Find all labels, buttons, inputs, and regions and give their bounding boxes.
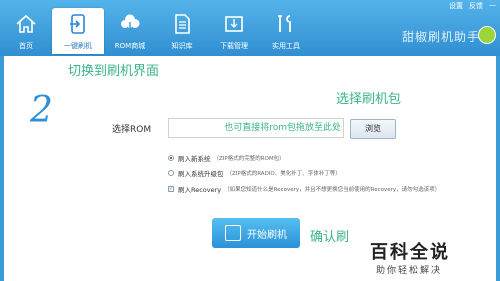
radio-upgrade-package[interactable] <box>168 170 174 176</box>
title-bar: 设置 反馈 — 首页 一键刷机 ROM商城 知识库 下载管理 实用工具 甜椒刷机… <box>0 0 500 56</box>
nav-flash[interactable]: 一键刷机 <box>52 8 104 54</box>
option-upgrade-package-label: 刷入系统升级包 <box>178 170 224 178</box>
nav-tools[interactable]: 实用工具 <box>260 8 312 54</box>
option-recovery-desc: （如果您知道什么是Recovery，并且不想更换您当前使用的Recovery，请… <box>224 187 441 193</box>
option-recovery-label: 刷入Recovery <box>178 186 222 194</box>
home-icon <box>16 14 36 33</box>
nav-flash-label: 一键刷机 <box>64 42 92 50</box>
brand-name: 甜椒刷机助手 <box>401 30 480 44</box>
rom-path-input[interactable]: 也可直接将rom包拖放至此处 <box>168 118 344 138</box>
radio-new-system[interactable] <box>168 155 174 161</box>
option-new-system-label: 刷入新系统 <box>178 155 211 163</box>
flash-start-icon <box>225 225 241 241</box>
rom-label: 选择ROM <box>112 125 152 135</box>
document-icon <box>175 14 190 34</box>
flash-panel: 切换到刷机界面 2 选择刷机包 选择ROM 也可直接将rom包拖放至此处 浏览 … <box>4 56 496 281</box>
settings-link[interactable]: 设置 <box>449 1 463 11</box>
option-recovery[interactable]: 刷入Recovery （如果您知道什么是Recovery，并且不想更换您当前使用… <box>168 184 440 194</box>
step-number: 2 <box>30 90 53 131</box>
start-flash-label: 开始刷机 <box>247 229 287 241</box>
window-controls: 设置 反馈 — <box>449 0 500 11</box>
nav-rom-store[interactable]: ROM商城 <box>104 8 156 54</box>
annotation-switch-view: 切换到刷机界面 <box>68 64 160 79</box>
annotation-choose-package: 选择刷机包 <box>336 92 402 107</box>
start-flash-button[interactable]: 开始刷机 <box>212 218 300 248</box>
browse-button[interactable]: 浏览 <box>350 119 396 139</box>
watermark: 百科全说 助你轻松解决 <box>350 236 496 281</box>
option-upgrade-package[interactable]: 刷入系统升级包 （ZIP格式的RADIO、美化补丁、字体补丁等） <box>168 168 341 178</box>
minimize-button[interactable]: — <box>489 1 496 11</box>
nav-downloads-label: 下载管理 <box>220 42 248 50</box>
nav-home-label: 首页 <box>19 42 33 50</box>
flash-phone-icon <box>70 14 85 34</box>
download-manager-icon <box>225 16 243 32</box>
feedback-link[interactable]: 反馈 <box>469 1 483 11</box>
annotation-confirm: 确认刷 <box>310 230 350 245</box>
nav-home[interactable]: 首页 <box>0 8 52 54</box>
option-upgrade-package-desc: （ZIP格式的RADIO、美化补丁、字体补丁等） <box>226 171 341 177</box>
nav-tools-label: 实用工具 <box>272 42 300 50</box>
tools-icon <box>278 15 291 32</box>
cloud-download-icon <box>121 14 140 31</box>
nav-knowledge[interactable]: 知识库 <box>156 8 208 54</box>
brand-logo-icon <box>478 26 496 44</box>
option-new-system[interactable]: 刷入新系统 （ZIP格式的完整的ROM包） <box>168 153 285 163</box>
main-nav: 首页 一键刷机 ROM商城 知识库 下载管理 实用工具 <box>0 8 312 56</box>
watermark-title: 百科全说 <box>370 242 450 263</box>
option-new-system-desc: （ZIP格式的完整的ROM包） <box>213 156 285 162</box>
checkbox-recovery[interactable] <box>168 186 174 192</box>
nav-rom-store-label: ROM商城 <box>114 42 146 50</box>
watermark-subtitle: 助你轻松解决 <box>376 266 443 276</box>
nav-knowledge-label: 知识库 <box>171 42 193 50</box>
nav-downloads[interactable]: 下载管理 <box>208 8 260 54</box>
